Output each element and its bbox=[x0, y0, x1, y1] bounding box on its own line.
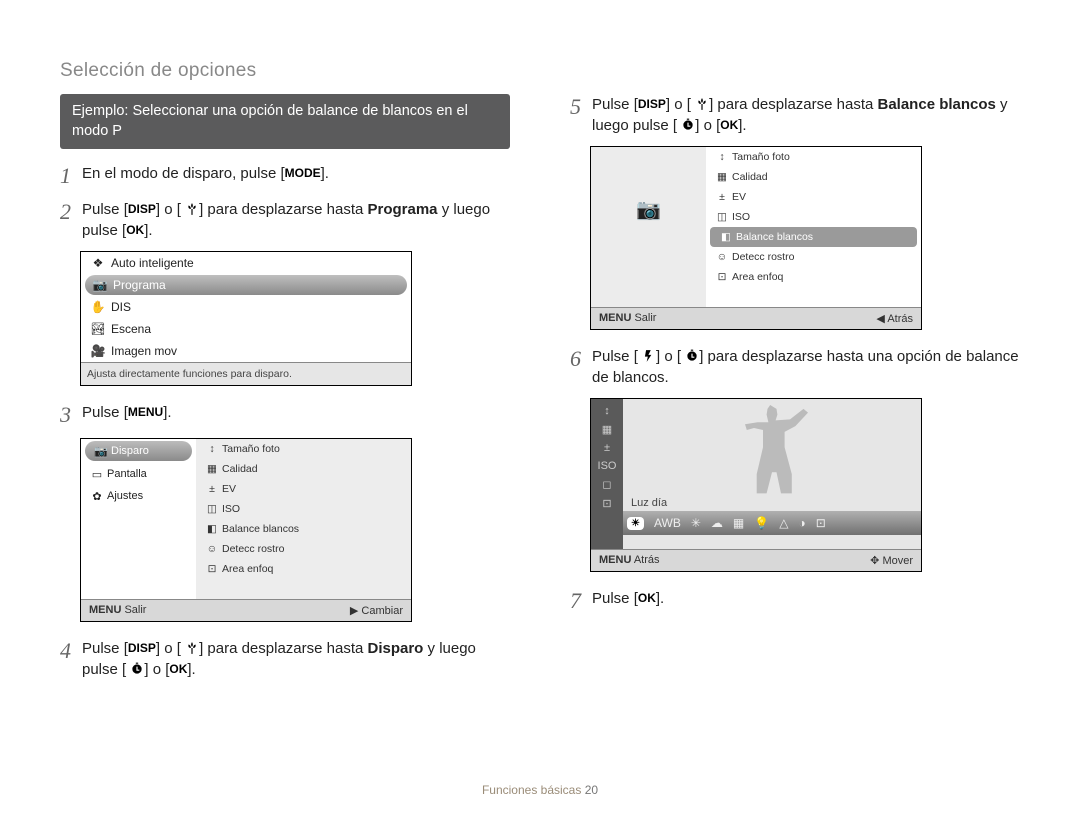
camera-icon: 📷 bbox=[636, 197, 661, 222]
disp-button-label: DISP bbox=[128, 201, 156, 218]
wb-current-label: Luz día bbox=[631, 497, 667, 509]
ok-button-label: OK bbox=[126, 222, 144, 239]
step-6: Pulse [ ] o [ ] para desplazarse hasta u… bbox=[570, 346, 1020, 388]
example-pill: Ejemplo: Seleccionar una opción de balan… bbox=[60, 94, 510, 149]
display-icon: ▭ bbox=[87, 468, 107, 481]
menu-wb-screenshot: 📷 ↕Tamaño foto ▦Calidad ±EV ◫ISO ◧Balanc… bbox=[590, 146, 922, 330]
timer-icon bbox=[130, 662, 144, 676]
mode-list-screenshot: ❖Auto inteligente 📷Programa ✋DIS 🏞Escena… bbox=[80, 251, 412, 386]
wb-option-strip: ☀ AWB ✳ ☁ ▦ 💡 △ ◑ ⊡ bbox=[623, 511, 921, 535]
face-icon: ☺ bbox=[712, 251, 732, 263]
flash-icon bbox=[642, 349, 656, 363]
wb-left-icon: ± bbox=[604, 442, 610, 454]
movie-icon: 🎥 bbox=[87, 344, 109, 358]
page-footer: Funciones básicas 20 bbox=[0, 783, 1080, 797]
dis-icon: ✋ bbox=[87, 300, 109, 314]
afarea-icon: ⊡ bbox=[712, 271, 732, 283]
wb-left-icon: ⊡ bbox=[602, 497, 611, 510]
size-icon: ↕ bbox=[202, 443, 222, 455]
step-5: Pulse [DISP] o [ ] para desplazarse hast… bbox=[570, 94, 1020, 136]
mode-button-label: MODE bbox=[285, 165, 321, 182]
wb-left-icon: ↕ bbox=[604, 405, 610, 417]
timer-icon bbox=[681, 118, 695, 132]
scene-icon: 🏞 bbox=[87, 322, 109, 336]
step-4: Pulse [DISP] o [ ] para desplazarse hast… bbox=[60, 638, 510, 680]
wb-preview-silhouette bbox=[727, 405, 817, 501]
ev-icon: ± bbox=[202, 483, 222, 495]
camera-icon: 📷 bbox=[91, 445, 111, 458]
step-2: Pulse [DISP] o [ ] para desplazarse hast… bbox=[60, 199, 510, 241]
quality-icon: ▦ bbox=[712, 171, 732, 183]
wb-left-icon: ISO bbox=[598, 460, 617, 472]
gear-icon: ✿ bbox=[87, 490, 107, 503]
camera-p-icon: 📷 bbox=[89, 278, 111, 292]
wb-left-icon: ◻ bbox=[602, 478, 611, 491]
wb-left-icon: ▦ bbox=[602, 423, 612, 436]
step-7: Pulse [OK]. bbox=[570, 588, 1020, 614]
ev-icon: ± bbox=[712, 191, 732, 203]
quality-icon: ▦ bbox=[202, 463, 222, 475]
menu-button-label: MENU bbox=[128, 404, 163, 421]
iso-icon: ◫ bbox=[202, 503, 222, 515]
step-1: En el modo de disparo, pulse [MODE]. bbox=[60, 163, 510, 189]
step-3: Pulse [MENU]. bbox=[60, 402, 510, 428]
face-icon: ☺ bbox=[202, 543, 222, 555]
afarea-icon: ⊡ bbox=[202, 563, 222, 575]
smart-icon: ❖ bbox=[87, 256, 109, 270]
wb-picker-screenshot: ↕ ▦ ± ISO ◻ ⊡ Luz día ☀ AWB ✳ bbox=[590, 398, 922, 572]
macro-icon bbox=[185, 641, 199, 655]
page-header: Selección de opciones bbox=[60, 60, 1020, 82]
timer-icon bbox=[685, 349, 699, 363]
menu-screenshot: 📷Disparo ▭Pantalla ✿Ajustes ↕Tamaño foto… bbox=[80, 438, 412, 622]
wb-icon: ◧ bbox=[202, 523, 222, 535]
iso-icon: ◫ bbox=[712, 211, 732, 223]
mode-caption: Ajusta directamente funciones para dispa… bbox=[81, 362, 411, 385]
size-icon: ↕ bbox=[712, 151, 732, 163]
wb-icon: ◧ bbox=[716, 231, 736, 243]
macro-icon bbox=[695, 97, 709, 111]
macro-icon bbox=[185, 202, 199, 216]
